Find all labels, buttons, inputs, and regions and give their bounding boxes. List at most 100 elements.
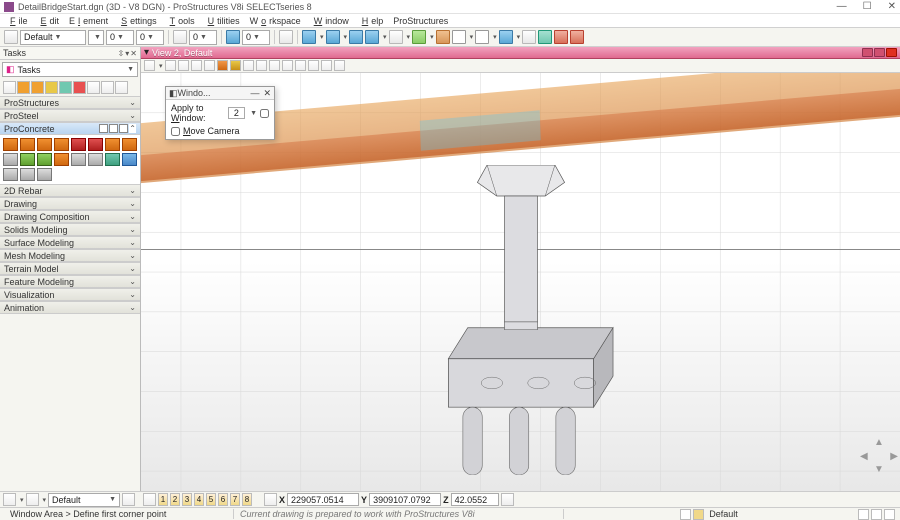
pc-tool[interactable]: [37, 138, 52, 151]
tool4-icon[interactable]: [365, 30, 379, 44]
tool7-icon[interactable]: [436, 30, 450, 44]
vtool-icon[interactable]: [282, 60, 293, 71]
maximize-button[interactable]: ☐: [863, 1, 872, 12]
vtool-icon[interactable]: [217, 60, 228, 71]
bb-icon[interactable]: [501, 493, 514, 506]
view-close-icon[interactable]: [886, 48, 897, 57]
view-mode-icon[interactable]: [119, 124, 128, 133]
menu-help[interactable]: Help: [356, 16, 387, 26]
pc-tool[interactable]: [37, 168, 52, 181]
pc-tool[interactable]: [88, 138, 103, 151]
pc-tool[interactable]: [3, 138, 18, 151]
menu-file[interactable]: File: [4, 16, 31, 26]
menu-element[interactable]: Element: [66, 16, 111, 26]
section-prostructures[interactable]: ProStructures⌄: [0, 96, 140, 109]
level-combo[interactable]: Default▼: [48, 493, 120, 507]
view-num-1[interactable]: 1: [158, 493, 168, 506]
task-ic[interactable]: [45, 81, 58, 94]
pc-tool[interactable]: [88, 153, 103, 166]
view-num-2[interactable]: 2: [170, 493, 180, 506]
menu-edit[interactable]: Edit: [35, 16, 63, 26]
menu-settings[interactable]: Settings: [115, 16, 160, 26]
view-num-5[interactable]: 5: [206, 493, 216, 506]
attributes-combo[interactable]: Default▼: [20, 30, 86, 45]
chevron-down-icon[interactable]: ▼: [250, 110, 257, 117]
pc-tool[interactable]: [71, 138, 86, 151]
view-num-6[interactable]: 6: [218, 493, 228, 506]
apply-window-combo[interactable]: 2: [228, 107, 245, 119]
pc-tool[interactable]: [71, 153, 86, 166]
lineweight-combo[interactable]: 0▼: [136, 30, 164, 45]
tool1-icon[interactable]: [302, 30, 316, 44]
view-max-icon[interactable]: [874, 48, 885, 57]
pc-tool[interactable]: [3, 153, 18, 166]
section-solids-modeling[interactable]: Solids Modeling⌄: [0, 223, 140, 236]
pc-tool[interactable]: [20, 168, 35, 181]
linestyle-combo[interactable]: 0▼: [106, 30, 134, 45]
view-mode-icon[interactable]: [99, 124, 108, 133]
tool-none-icon[interactable]: [4, 30, 18, 44]
x-coord-field[interactable]: 229057.0514: [287, 493, 359, 506]
section-proconcrete[interactable]: ProConcrete ⌃: [0, 122, 140, 135]
view-titlebar[interactable]: ▾ View 2, Default: [141, 47, 900, 59]
pc-tool[interactable]: [3, 168, 18, 181]
vtool-icon[interactable]: [334, 60, 345, 71]
apply-window-check[interactable]: [260, 109, 269, 118]
view-nav-cube[interactable]: ▲ ▼ ◀ ▶: [864, 441, 894, 481]
lock-icon[interactable]: [143, 493, 156, 506]
status-icon[interactable]: [858, 509, 869, 520]
task-ic[interactable]: [115, 81, 128, 94]
view-mode-icon[interactable]: [109, 124, 118, 133]
section-prosteel[interactable]: ProSteel⌄: [0, 109, 140, 122]
status-icon[interactable]: [884, 509, 895, 520]
priority-icon[interactable]: [279, 30, 293, 44]
view-num-3[interactable]: 3: [182, 493, 192, 506]
vtool-icon[interactable]: [256, 60, 267, 71]
view-num-4[interactable]: 4: [194, 493, 204, 506]
weight-combo[interactable]: 0▼: [189, 30, 217, 45]
menu-window[interactable]: Window: [308, 16, 352, 26]
accudraw-icon[interactable]: [264, 493, 277, 506]
tasks-combo[interactable]: ◧Tasks ▼: [2, 62, 138, 77]
pc-tool[interactable]: [122, 138, 137, 151]
tool14-icon[interactable]: [570, 30, 584, 44]
vtool-icon[interactable]: [144, 60, 155, 71]
status-level[interactable]: Default: [705, 509, 742, 519]
vtool-icon[interactable]: [269, 60, 280, 71]
menu-tools[interactable]: Tools: [164, 16, 198, 26]
tool10-icon[interactable]: [499, 30, 513, 44]
task-ic[interactable]: [87, 81, 100, 94]
vtool-icon[interactable]: [308, 60, 319, 71]
section-2d-rebar[interactable]: 2D Rebar⌄: [0, 184, 140, 197]
view-min-icon[interactable]: [862, 48, 873, 57]
task-ic[interactable]: [17, 81, 30, 94]
minimize-button[interactable]: —: [837, 1, 847, 12]
view-num-8[interactable]: 8: [242, 493, 252, 506]
section-feature-modeling[interactable]: Feature Modeling⌄: [0, 275, 140, 288]
vtool-icon[interactable]: [243, 60, 254, 71]
vtool-icon[interactable]: [178, 60, 189, 71]
tool11-icon[interactable]: [522, 30, 536, 44]
task-ic[interactable]: [3, 81, 16, 94]
section-animation[interactable]: Animation⌄: [0, 301, 140, 314]
tool8-icon[interactable]: [452, 30, 466, 44]
vtool-icon[interactable]: [295, 60, 306, 71]
pc-tool[interactable]: [37, 153, 52, 166]
pc-tool[interactable]: [54, 138, 69, 151]
task-ic[interactable]: [73, 81, 86, 94]
section-surface-modeling[interactable]: Surface Modeling⌄: [0, 236, 140, 249]
menu-prostructures[interactable]: ProStructures: [390, 16, 451, 26]
tool9-icon[interactable]: [475, 30, 489, 44]
popup-min-icon[interactable]: —: [250, 88, 259, 99]
bb-icon[interactable]: [3, 493, 16, 506]
close-button[interactable]: ✕: [888, 1, 896, 12]
move-camera-check[interactable]: [171, 127, 180, 136]
status-icon[interactable]: [871, 509, 882, 520]
tool3-icon[interactable]: [349, 30, 363, 44]
tool13-icon[interactable]: [554, 30, 568, 44]
tool2-icon[interactable]: [326, 30, 340, 44]
pc-tool[interactable]: [20, 138, 35, 151]
vtool-icon[interactable]: [204, 60, 215, 71]
section-terrain-model[interactable]: Terrain Model⌄: [0, 262, 140, 275]
pc-tool[interactable]: [105, 138, 120, 151]
